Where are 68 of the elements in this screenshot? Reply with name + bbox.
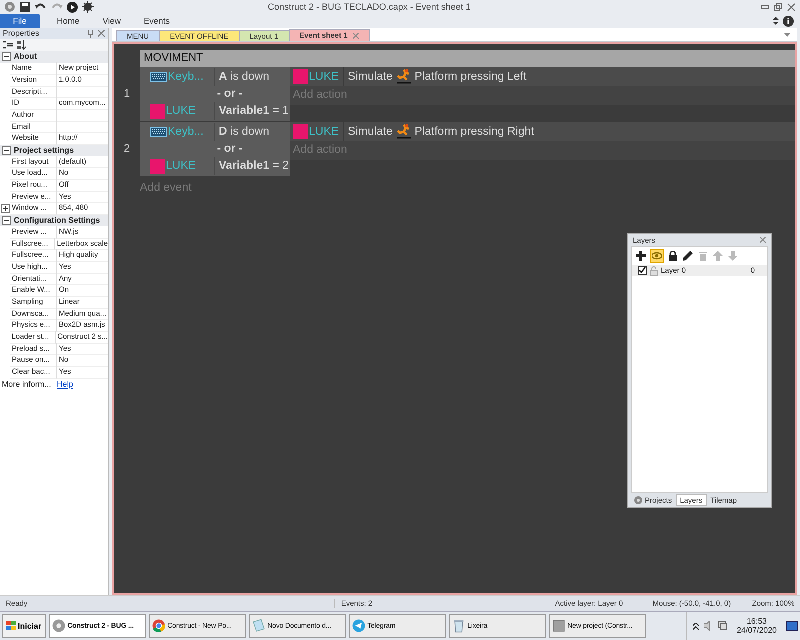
pencil-tool-button[interactable] bbox=[682, 250, 694, 262]
tray-expand-icon[interactable] bbox=[692, 622, 699, 630]
close-icon[interactable] bbox=[98, 30, 105, 37]
info-icon[interactable] bbox=[783, 16, 794, 26]
ribbon-tab[interactable]: View bbox=[92, 14, 131, 28]
browser-icon bbox=[152, 619, 166, 633]
group-title: Configuration Settings bbox=[14, 216, 100, 225]
gear-icon bbox=[52, 619, 66, 633]
dropdown-icon[interactable] bbox=[784, 32, 791, 36]
visibility-checkbox[interactable] bbox=[638, 266, 647, 275]
categorized-icon[interactable] bbox=[3, 40, 13, 50]
clock-date[interactable]: 24/07/2020 bbox=[736, 626, 777, 635]
condition-text[interactable]: Variable1 = 1 bbox=[215, 105, 290, 117]
close-icon[interactable] bbox=[787, 2, 796, 12]
restore-icon[interactable] bbox=[774, 2, 783, 12]
telegram-icon bbox=[352, 619, 366, 633]
window-title: Construct 2 - BUG TECLADO.capx - Event sheet 1 bbox=[268, 2, 472, 12]
notepad-icon bbox=[252, 619, 266, 633]
minimize-icon[interactable] bbox=[761, 2, 770, 12]
collapse-toggle[interactable] bbox=[2, 52, 11, 62]
group-title: About bbox=[14, 52, 38, 62]
add-tool-button[interactable] bbox=[635, 250, 647, 262]
lock-tool-button[interactable] bbox=[667, 250, 679, 262]
collapse-toggle[interactable] bbox=[2, 146, 11, 155]
condition-text[interactable]: D is down bbox=[215, 126, 270, 138]
network-icon[interactable] bbox=[718, 621, 728, 631]
sort-alpha-icon[interactable] bbox=[17, 40, 27, 50]
bin-icon bbox=[452, 619, 466, 633]
event-number: 1 bbox=[122, 87, 132, 102]
pin-icon[interactable] bbox=[88, 30, 94, 38]
ribbon-tab[interactable]: Home bbox=[47, 14, 90, 28]
sprite-thumbnail bbox=[293, 69, 308, 84]
condition-text[interactable]: A is down bbox=[215, 71, 270, 83]
save-icon[interactable] bbox=[20, 2, 31, 12]
action-verb[interactable]: Simulate bbox=[348, 70, 393, 82]
condition-text[interactable]: Variable1 = 2 bbox=[215, 160, 290, 172]
action-verb[interactable]: Simulate bbox=[348, 126, 393, 138]
windows-logo-icon bbox=[6, 621, 17, 631]
action-text[interactable]: Platform pressing Right bbox=[414, 126, 534, 138]
or-label: - or - bbox=[216, 142, 244, 157]
event-number: 2 bbox=[122, 142, 132, 157]
action-text[interactable]: Platform pressing Left bbox=[414, 70, 527, 82]
panel-title: Properties bbox=[3, 29, 40, 38]
running-figure-icon bbox=[396, 69, 411, 84]
object-name[interactable]: LUKE bbox=[309, 70, 340, 82]
sprite-thumbnail bbox=[293, 124, 308, 139]
sort-arrows-icon[interactable] bbox=[772, 16, 780, 26]
clock-time[interactable]: 16:53 bbox=[746, 617, 767, 626]
gear-icon[interactable] bbox=[4, 1, 16, 13]
help-link[interactable]: Help bbox=[57, 380, 74, 389]
expand-toggle[interactable] bbox=[0, 204, 10, 214]
group-title: Project settings bbox=[14, 146, 74, 155]
ribbon-tab[interactable]: Events bbox=[134, 14, 180, 28]
group-header[interactable]: MOVIMENT bbox=[140, 50, 795, 67]
more-info-label: More inform... bbox=[1, 380, 52, 389]
collapse-toggle[interactable] bbox=[2, 216, 11, 225]
speaker-icon[interactable] bbox=[704, 621, 713, 631]
show-desktop-button[interactable] bbox=[786, 621, 798, 631]
eye-tool-button[interactable] bbox=[650, 249, 664, 263]
window-icon bbox=[552, 619, 566, 633]
start-button[interactable]: Iniciar bbox=[2, 614, 46, 638]
running-figure-icon bbox=[396, 124, 411, 139]
close-icon[interactable] bbox=[760, 237, 766, 243]
ribbon-tab[interactable]: File bbox=[0, 14, 40, 28]
object-name[interactable]: LUKE bbox=[309, 126, 340, 138]
or-label: - or - bbox=[216, 87, 244, 102]
play-icon[interactable] bbox=[67, 2, 78, 12]
gear-icon bbox=[634, 496, 643, 504]
